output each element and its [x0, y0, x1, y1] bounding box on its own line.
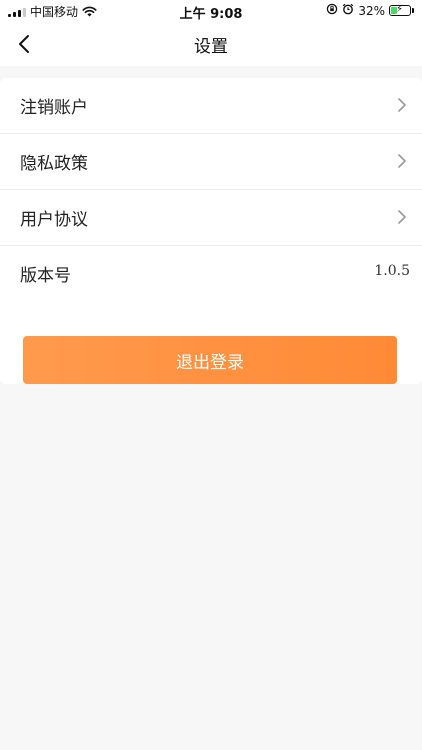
- alarm-icon: [342, 3, 354, 18]
- logout-button[interactable]: 退出登录: [23, 336, 397, 384]
- settings-item-privacy-policy[interactable]: 隐私政策: [0, 134, 422, 190]
- battery-charging-icon: ⚡: [389, 4, 411, 16]
- settings-item-label: 隐私政策: [20, 154, 88, 174]
- nav-bar: 设置: [0, 22, 422, 66]
- chevron-right-icon: [398, 210, 406, 224]
- status-right: 32% ⚡: [326, 3, 414, 18]
- settings-item-delete-account[interactable]: 注销账户: [0, 78, 422, 134]
- settings-item-label: 版本号: [20, 266, 71, 286]
- page-title: 设置: [194, 37, 228, 57]
- chevron-right-icon: [398, 154, 406, 168]
- settings-item-user-agreement[interactable]: 用户协议: [0, 190, 422, 246]
- settings-item-version: 版本号 1.0.5: [0, 246, 422, 302]
- battery-cap: [412, 8, 414, 13]
- settings-item-label: 注销账户: [20, 98, 88, 118]
- settings-item-label: 用户协议: [20, 210, 88, 230]
- rotation-lock-icon: [326, 3, 338, 18]
- battery-percent: 32%: [358, 3, 385, 18]
- chevron-right-icon: [398, 98, 406, 112]
- version-value: 1.0.5: [374, 263, 410, 279]
- status-bar: 中国移动 上午 9:08 32% ⚡: [0, 0, 422, 22]
